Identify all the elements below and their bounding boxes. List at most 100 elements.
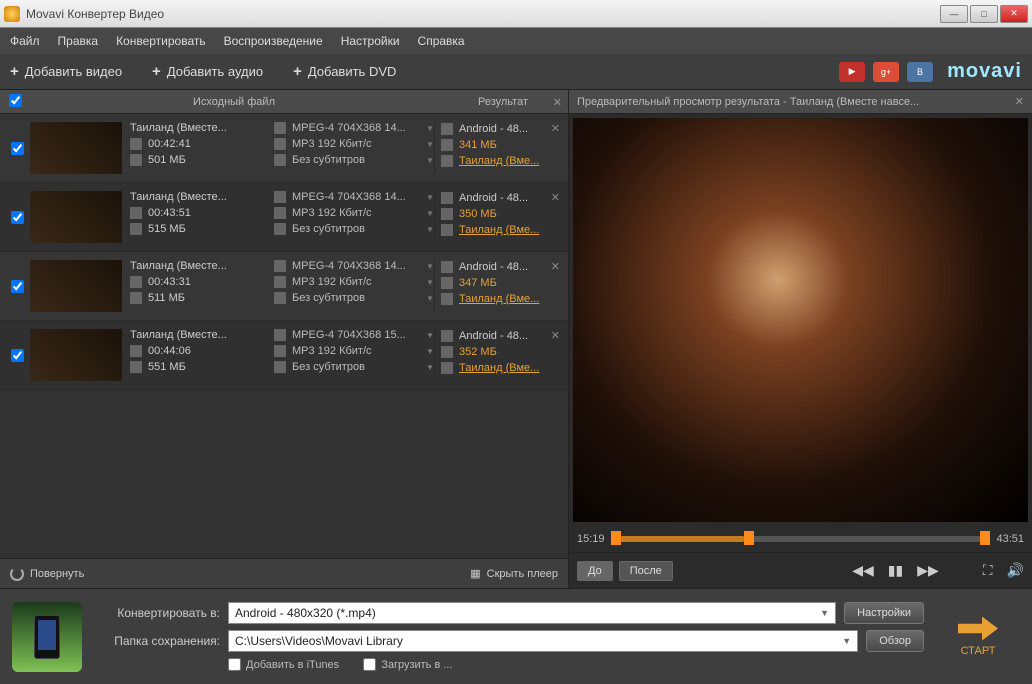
volume-button[interactable]: 🔊 [1007, 562, 1024, 579]
chevron-down-icon[interactable]: ▼ [426, 225, 434, 234]
chevron-down-icon[interactable]: ▼ [426, 294, 434, 303]
fullscreen-button[interactable]: ⛶ [983, 562, 993, 579]
audio-format: MP3 192 Кбит/с [292, 276, 372, 288]
itunes-checkbox[interactable]: Добавить в iTunes [228, 658, 339, 671]
thumbnail [30, 260, 122, 312]
select-all-checkbox[interactable] [9, 94, 22, 107]
chevron-down-icon[interactable]: ▼ [426, 347, 434, 356]
upload-checkbox[interactable]: Загрузить в ... [363, 658, 452, 671]
chevron-down-icon[interactable]: ▼ [426, 262, 434, 271]
chevron-down-icon[interactable]: ▼ [426, 278, 434, 287]
row-checkbox[interactable] [11, 211, 24, 224]
minimize-button[interactable]: — [940, 5, 968, 23]
menu-edit[interactable]: Правка [58, 34, 99, 48]
after-button[interactable]: После [619, 561, 673, 581]
output-name[interactable]: Таиланд (Вме... [459, 224, 539, 236]
app-window: Movavi Конвертер Видео — □ ✕ Файл Правка… [0, 0, 1032, 684]
chevron-down-icon[interactable]: ▼ [426, 140, 434, 149]
settings-button[interactable]: Настройки [844, 602, 924, 624]
disk-icon [441, 208, 453, 220]
output-name[interactable]: Таиланд (Вме... [459, 155, 539, 167]
menu-help[interactable]: Справка [418, 34, 465, 48]
chevron-down-icon[interactable]: ▼ [426, 363, 434, 372]
add-dvd-button[interactable]: +Добавить DVD [293, 63, 396, 80]
file-row[interactable]: Таиланд (Вместе... 00:42:41 501 МБ MPEG-… [0, 114, 568, 183]
video-icon [274, 260, 286, 272]
device-small-icon [441, 192, 453, 204]
output-name[interactable]: Таиланд (Вме... [459, 293, 539, 305]
audio-icon [274, 345, 286, 357]
vk-icon[interactable]: B [907, 62, 933, 82]
marker-start[interactable] [611, 531, 621, 545]
prev-button[interactable]: ◀◀ [852, 562, 874, 579]
row-checkbox[interactable] [11, 280, 24, 293]
maximize-button[interactable]: □ [970, 5, 998, 23]
remove-output-icon[interactable]: ✕ [551, 122, 560, 135]
disk-icon [130, 361, 142, 373]
file-name: Таиланд (Вместе... [130, 329, 227, 341]
main-area: Исходный файл Результат✕ Таиланд (Вместе… [0, 90, 1032, 588]
add-audio-button[interactable]: +Добавить аудио [152, 63, 263, 80]
file-row[interactable]: Таиланд (Вместе... 00:43:31 511 МБ MPEG-… [0, 252, 568, 321]
save-to-combo[interactable]: C:\Users\Videos\Movavi Library▼ [228, 630, 858, 652]
subtitles: Без субтитров [292, 292, 365, 304]
chevron-down-icon[interactable]: ▼ [426, 209, 434, 218]
remove-output-icon[interactable]: ✕ [551, 329, 560, 342]
app-icon [4, 6, 20, 22]
marker-playhead[interactable] [744, 531, 754, 545]
browse-button[interactable]: Обзор [866, 630, 924, 652]
menu-file[interactable]: Файл [10, 34, 40, 48]
close-preview-icon[interactable]: ✕ [1015, 95, 1024, 108]
remove-output-icon[interactable]: ✕ [551, 260, 560, 273]
seek-track[interactable] [611, 536, 991, 542]
video-icon [274, 191, 286, 203]
chevron-down-icon[interactable]: ▼ [426, 331, 434, 340]
hide-player-button[interactable]: ▦Скрыть плеер [470, 567, 558, 580]
output-size: 352 МБ [459, 346, 497, 358]
menu-convert[interactable]: Конвертировать [116, 34, 206, 48]
chevron-down-icon[interactable]: ▼ [426, 193, 434, 202]
before-button[interactable]: До [577, 561, 613, 581]
pause-button[interactable]: ▮▮ [888, 562, 903, 579]
output-preset: Android - 48... [459, 330, 528, 342]
file-row[interactable]: Таиланд (Вместе... 00:43:51 515 МБ MPEG-… [0, 183, 568, 252]
player-icon: ▦ [470, 567, 480, 580]
device-small-icon [441, 261, 453, 273]
remove-output-icon[interactable]: ✕ [551, 191, 560, 204]
output-name[interactable]: Таиланд (Вме... [459, 362, 539, 374]
add-video-button[interactable]: +Добавить видео [10, 63, 122, 80]
header-source: Исходный файл [30, 96, 438, 108]
video-preview[interactable] [573, 118, 1028, 522]
youtube-icon[interactable]: ▶ [839, 62, 865, 82]
next-button[interactable]: ▶▶ [917, 562, 939, 579]
disk-icon [130, 154, 142, 166]
plus-icon: + [293, 63, 302, 80]
googleplus-icon[interactable]: g+ [873, 62, 899, 82]
convert-to-combo[interactable]: Android - 480x320 (*.mp4)▼ [228, 602, 836, 624]
file-size: 551 МБ [148, 361, 186, 373]
close-result-icon[interactable]: ✕ [553, 96, 562, 109]
start-button[interactable]: СТАРТ [936, 607, 1020, 667]
brand-row: ▶ g+ B movavi [839, 60, 1022, 83]
video-format: MPEG-4 704X368 14... [292, 260, 406, 272]
duration: 00:43:51 [148, 207, 191, 219]
save-to-label: Папка сохранения: [94, 634, 220, 648]
edit-icon [441, 293, 453, 305]
row-checkbox[interactable] [11, 142, 24, 155]
menu-play[interactable]: Воспроизведение [224, 34, 323, 48]
audio-icon [274, 138, 286, 150]
file-list: Таиланд (Вместе... 00:42:41 501 МБ MPEG-… [0, 114, 568, 558]
chevron-down-icon[interactable]: ▼ [426, 124, 434, 133]
device-icon [12, 602, 82, 672]
menu-settings[interactable]: Настройки [341, 34, 400, 48]
marker-end[interactable] [980, 531, 990, 545]
file-pane: Исходный файл Результат✕ Таиланд (Вместе… [0, 90, 568, 588]
brand-logo: movavi [947, 60, 1022, 83]
rotate-button[interactable]: Повернуть [10, 567, 84, 581]
start-arrow-icon [958, 617, 998, 641]
file-name: Таиланд (Вместе... [130, 260, 227, 272]
chevron-down-icon[interactable]: ▼ [426, 156, 434, 165]
file-row[interactable]: Таиланд (Вместе... 00:44:06 551 МБ MPEG-… [0, 321, 568, 390]
row-checkbox[interactable] [11, 349, 24, 362]
close-button[interactable]: ✕ [1000, 5, 1028, 23]
